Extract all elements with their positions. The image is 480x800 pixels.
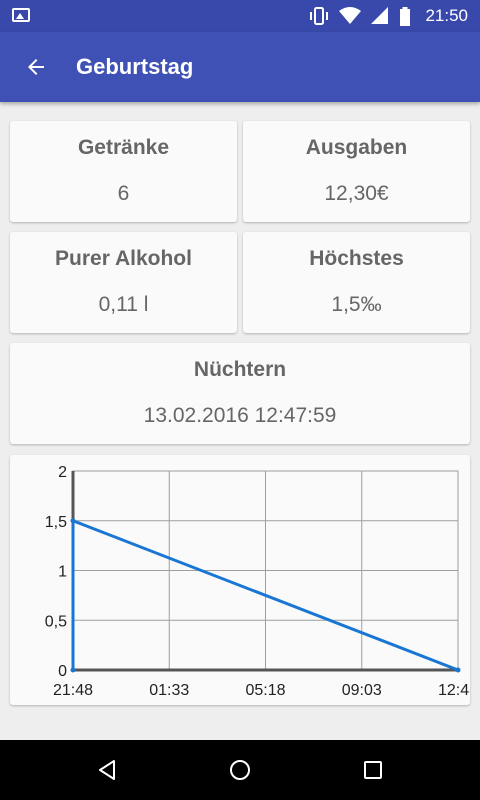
sober-value: 13.02.2016 12:47:59 <box>143 404 337 427</box>
arrow-back-icon <box>28 59 44 75</box>
expenses-label: Ausgaben <box>305 136 408 159</box>
highest-card: Höchstes 1,5‰ <box>243 232 470 333</box>
y-tick-label: 0,5 <box>45 613 67 630</box>
status-icons: 21:50 <box>309 6 468 26</box>
data-point <box>70 667 76 673</box>
x-tick-label: 01:33 <box>149 682 189 699</box>
image-icon <box>12 8 30 22</box>
status-bar: 21:50 <box>0 0 480 32</box>
sober-label: Nüchtern <box>193 358 287 381</box>
app-bar: Geburtstag <box>0 32 480 102</box>
y-tick-label: 1 <box>58 564 67 581</box>
nav-back-button[interactable] <box>77 740 137 800</box>
expenses-value: 12,30€ <box>324 182 389 205</box>
drinks-value: 6 <box>117 182 130 205</box>
x-tick-label: 12:48 <box>438 682 470 699</box>
signal-icon <box>371 7 389 24</box>
expenses-card: Ausgaben 12,30€ <box>243 121 470 222</box>
y-tick-label: 2 <box>58 464 67 481</box>
pure-alcohol-label: Purer Alkohol <box>55 247 192 270</box>
data-point <box>455 667 461 673</box>
back-triangle-icon <box>98 760 115 780</box>
drinks-card: Getränke 6 <box>10 121 237 222</box>
bac-chart-card: 0 0,5 1 1,5 2 21:48 01:33 05:18 09:03 12:48 <box>10 455 478 705</box>
y-tick-label: 1,5 <box>45 514 67 531</box>
nav-home-button[interactable] <box>210 740 270 800</box>
highest-value: 1,5‰ <box>331 293 382 316</box>
data-point <box>70 518 76 524</box>
system-nav-bar <box>0 740 480 800</box>
x-tick-label: 21:48 <box>53 682 93 699</box>
highest-label: Höchstes <box>309 247 404 270</box>
pure-alcohol-card: Purer Alkohol 0,11 l <box>10 232 237 333</box>
y-tick-label: 0 <box>58 663 67 680</box>
wifi-icon <box>339 7 362 24</box>
status-clock: 21:50 <box>425 6 468 25</box>
back-button[interactable] <box>0 32 72 102</box>
x-tick-label: 09:03 <box>342 682 382 699</box>
page-title: Geburtstag <box>76 54 194 79</box>
vibrate-icon <box>310 7 329 25</box>
sober-card: Nüchtern 13.02.2016 12:47:59 <box>10 343 470 444</box>
recents-square-icon <box>364 761 383 779</box>
bac-chart: 0 0,5 1 1,5 2 21:48 01:33 05:18 09:03 12:48 <box>45 464 478 699</box>
x-tick-label: 05:18 <box>245 682 285 699</box>
battery-icon <box>400 6 411 26</box>
home-circle-icon <box>229 760 250 780</box>
drinks-label: Getränke <box>77 136 170 159</box>
pure-alcohol-value: 0,11 l <box>98 293 149 316</box>
nav-recents-button[interactable] <box>343 740 403 800</box>
